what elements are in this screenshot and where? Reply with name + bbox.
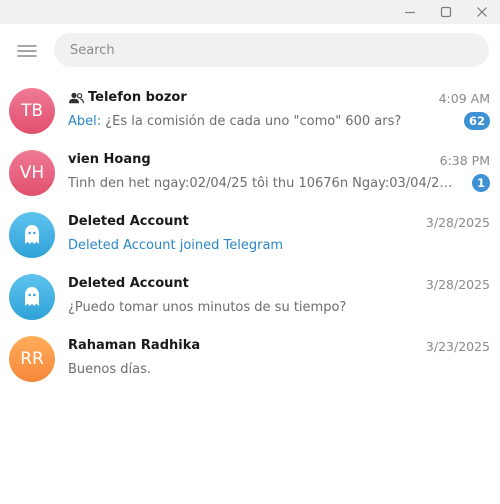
avatar-initials: RR	[20, 349, 44, 369]
chat-name: Deleted Account	[68, 214, 189, 229]
minimize-window-button[interactable]	[392, 0, 428, 24]
avatar	[9, 212, 55, 258]
avatar: RR	[9, 336, 55, 382]
group-icon	[68, 92, 84, 104]
chat-title: Deleted Account	[68, 276, 189, 291]
minimize-icon	[405, 11, 415, 14]
avatar: VH	[9, 150, 55, 196]
avatar-initials: TB	[20, 101, 44, 121]
chat-item-deleted-account[interactable]: Deleted Account 3/28/2025 ¿Puedo tomar u…	[0, 266, 500, 328]
chat-preview: Abel: ¿Es la comisión de cada uno "como"…	[68, 114, 460, 129]
avatar	[9, 274, 55, 320]
chat-title: Telefon bozor	[68, 90, 187, 105]
chat-time: 3/23/2025	[425, 339, 490, 354]
chat-time: 6:38 PM	[439, 153, 490, 168]
main-menu-button[interactable]	[10, 34, 44, 68]
chat-item-rahaman-radhika[interactable]: RR Rahaman Radhika 3/23/2025 Buenos días…	[0, 328, 500, 390]
hamburger-menu-icon	[17, 45, 37, 57]
unread-badge: 1	[471, 174, 490, 192]
chat-time: 3/28/2025	[425, 215, 490, 230]
chat-preview: ¿Puedo tomar unos minutos de su tiempo?	[68, 300, 347, 315]
avatar: TB	[9, 88, 55, 134]
chat-name: Deleted Account	[68, 276, 189, 291]
chat-title: Rahaman Radhika	[68, 338, 200, 353]
search-input[interactable]: Search	[54, 33, 489, 67]
maximize-window-button[interactable]	[428, 0, 464, 24]
chat-name: vien Hoang	[68, 152, 151, 167]
chat-time: 3/28/2025	[425, 277, 490, 292]
chat-title: vien Hoang	[68, 152, 151, 167]
preview-text: ¿Es la comisión de cada uno "como" 600 a…	[101, 114, 402, 129]
close-icon	[477, 7, 487, 17]
window-titlebar	[0, 0, 500, 24]
chat-title: Deleted Account	[68, 214, 189, 229]
chat-time: 4:09 AM	[438, 91, 490, 106]
close-window-button[interactable]	[464, 0, 500, 24]
unread-badge: 62	[463, 112, 490, 130]
maximize-icon	[440, 6, 452, 18]
chat-item-deleted-account[interactable]: Deleted Account 3/28/2025 Deleted Accoun…	[0, 204, 500, 266]
chat-name: Rahaman Radhika	[68, 338, 201, 353]
avatar-initials: VH	[19, 163, 45, 183]
ghost-icon	[25, 225, 39, 244]
chat-preview: Tinh den het ngay:02/04/25 tôi thu 10676…	[68, 176, 460, 191]
search-placeholder: Search	[70, 42, 115, 58]
preview-sender: Abel:	[68, 114, 102, 129]
ghost-icon	[25, 287, 39, 306]
chat-preview: Buenos días.	[68, 362, 151, 377]
chat-item-vien-hoang[interactable]: VH vien Hoang 6:38 PM Tinh den het ngay:…	[0, 142, 500, 204]
chat-name: Telefon bozor	[88, 90, 187, 105]
chat-preview: Deleted Account joined Telegram	[68, 238, 284, 253]
chat-list-header: Search	[0, 24, 500, 78]
chat-item-telefon-bozor[interactable]: TB Telefon bozor 4:09 AM Abel: ¿Es la co…	[0, 80, 500, 142]
